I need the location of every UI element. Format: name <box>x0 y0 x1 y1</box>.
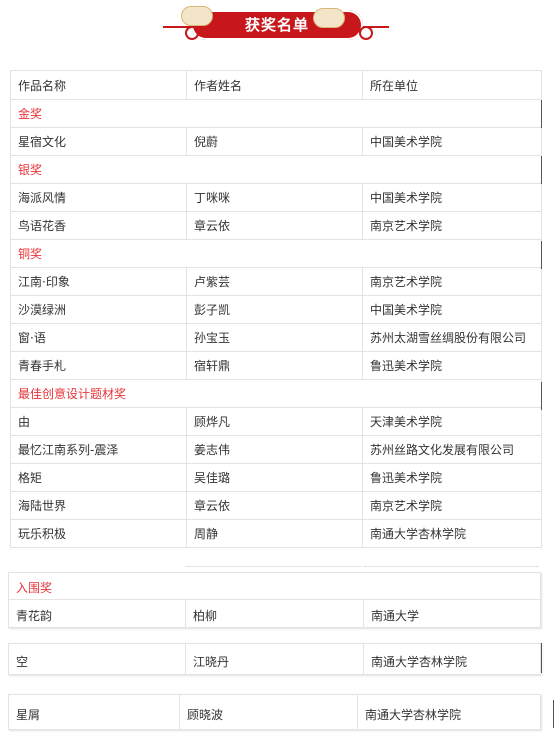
category-row-silver: 银奖 <box>10 155 542 184</box>
table-row: 窗·语 孙宝玉 苏州太湖雪丝绸股份有限公司 <box>10 323 542 352</box>
category-row-best-creative: 最佳创意设计题材奖 <box>10 379 542 408</box>
category-label: 金奖 <box>10 99 542 128</box>
work-name-cell: 江南·印象 <box>10 267 187 296</box>
work-name-cell: 鸟语花香 <box>10 211 187 240</box>
category-row-gold: 金奖 <box>10 99 542 128</box>
table-row: 青春手札 宿轩鼎 鲁迅美术学院 <box>10 351 542 380</box>
category-row-bronze: 铜奖 <box>10 239 542 268</box>
table-row: 鸟语花香 章云依 南京艺术学院 <box>10 211 542 240</box>
author-cell: 孙宝玉 <box>186 323 363 352</box>
table-row: 星宿文化 倪蔚 中国美术学院 <box>10 127 542 156</box>
author-cell: 章云依 <box>186 211 363 240</box>
author-cell: 顾烨凡 <box>186 407 363 436</box>
organization-cell: 南京艺术学院 <box>362 267 542 296</box>
author-cell: 吴佳璐 <box>186 463 363 492</box>
finalist-block: 入围奖 青花韵 柏柳 南通大学 <box>8 572 541 628</box>
organization-cell: 鲁迅美术学院 <box>362 463 542 492</box>
author-cell: 江晓丹 <box>193 655 230 669</box>
organization-cell: 鲁迅美术学院 <box>362 351 542 380</box>
organization-cell: 南通大学 <box>371 609 420 623</box>
edge-mark <box>541 100 542 128</box>
work-name-cell: 格矩 <box>10 463 187 492</box>
edge-mark <box>541 643 542 673</box>
organization-cell: 中国美术学院 <box>362 183 542 212</box>
work-name-cell: 玩乐积极 <box>10 519 187 548</box>
header-author-name: 作者姓名 <box>186 70 363 100</box>
work-name-cell: 最忆江南系列-震泽 <box>10 435 187 464</box>
organization-cell: 中国美术学院 <box>362 295 542 324</box>
work-name-cell: 青春手札 <box>10 351 187 380</box>
work-name-cell: 空 <box>16 655 29 669</box>
edge-mark <box>541 382 542 410</box>
author-cell: 卢紫芸 <box>186 267 363 296</box>
work-name-cell: 海陆世界 <box>10 491 187 520</box>
divider <box>363 644 364 674</box>
divider <box>185 644 186 674</box>
work-name-cell: 由 <box>10 407 187 436</box>
table-row: 由 顾烨凡 天津美术学院 <box>10 407 542 436</box>
author-cell: 姜志伟 <box>186 435 363 464</box>
author-cell: 柏柳 <box>193 609 218 623</box>
work-name-cell: 星屑 <box>16 708 41 722</box>
author-cell: 周静 <box>186 519 363 548</box>
divider <box>363 599 364 627</box>
author-cell: 宿轩鼎 <box>186 351 363 380</box>
header-work-name: 作品名称 <box>10 70 187 100</box>
table-row: 最忆江南系列-震泽 姜志伟 苏州丝路文化发展有限公司 <box>10 435 542 464</box>
table-header-row: 作品名称 作者姓名 所在单位 <box>10 70 542 100</box>
divider <box>179 695 180 729</box>
author-cell: 丁咪咪 <box>186 183 363 212</box>
table-row: 江南·印象 卢紫芸 南京艺术学院 <box>10 267 542 296</box>
divider <box>363 566 539 567</box>
table-row: 格矩 吴佳璐 鲁迅美术学院 <box>10 463 542 492</box>
category-label: 铜奖 <box>10 239 542 268</box>
work-name-cell: 星宿文化 <box>10 127 187 156</box>
table-row: 玩乐积极 周静 南通大学杏林学院 <box>10 519 542 548</box>
work-name-cell: 海派风情 <box>10 183 187 212</box>
author-cell: 顾晓波 <box>187 708 224 722</box>
table-row: 海陆世界 章云依 南京艺术学院 <box>10 491 542 520</box>
category-label: 银奖 <box>10 155 542 184</box>
work-name-cell: 沙漠绿洲 <box>10 295 187 324</box>
author-cell: 章云依 <box>186 491 363 520</box>
divider <box>357 695 358 729</box>
finalist-row: 星屑 顾晓波 南通大学杏林学院 <box>8 694 541 730</box>
organization-cell: 南京艺术学院 <box>362 211 542 240</box>
author-cell: 彭子凯 <box>186 295 363 324</box>
page-title: 获奖名单 <box>244 16 309 34</box>
work-name-cell: 青花韵 <box>16 609 53 623</box>
author-cell: 倪蔚 <box>186 127 363 156</box>
table-row: 沙漠绿洲 彭子凯 中国美术学院 <box>10 295 542 324</box>
edge-mark <box>541 156 542 184</box>
edge-mark <box>541 241 542 269</box>
header-organization: 所在单位 <box>362 70 542 100</box>
organization-cell: 中国美术学院 <box>362 127 542 156</box>
organization-cell: 南通大学杏林学院 <box>371 655 468 669</box>
category-label: 最佳创意设计题材奖 <box>10 379 542 408</box>
work-name-cell: 窗·语 <box>10 323 187 352</box>
award-table: 作品名称 作者姓名 所在单位 金奖 星宿文化 倪蔚 中国美术学院 银奖 海派风情… <box>10 70 542 548</box>
organization-cell: 苏州太湖雪丝绸股份有限公司 <box>362 323 542 352</box>
table-row: 海派风情 丁咪咪 中国美术学院 <box>10 183 542 212</box>
organization-cell: 南通大学杏林学院 <box>365 708 462 722</box>
organization-cell: 南通大学杏林学院 <box>362 519 542 548</box>
title-banner: 获奖名单 <box>163 6 389 40</box>
edge-mark <box>553 700 554 728</box>
finalist-row: 空 江晓丹 南通大学杏林学院 <box>8 643 541 675</box>
divider <box>9 599 540 600</box>
organization-cell: 南京艺术学院 <box>362 491 542 520</box>
category-label: 入围奖 <box>16 581 53 595</box>
divider <box>185 599 186 627</box>
organization-cell: 苏州丝路文化发展有限公司 <box>362 435 542 464</box>
organization-cell: 天津美术学院 <box>362 407 542 436</box>
divider <box>185 566 361 567</box>
